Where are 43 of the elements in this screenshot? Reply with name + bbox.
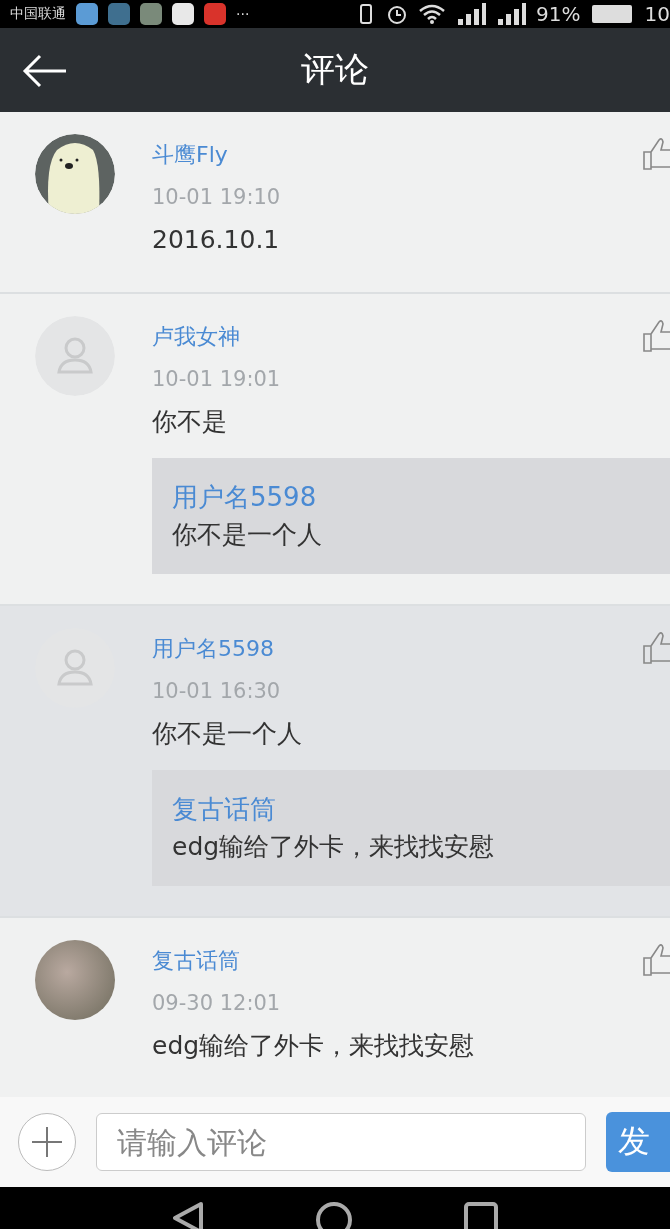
reply-text: 你不是一个人 [172,519,322,551]
comment-text: 2016.10.1 [152,224,280,256]
comment-item[interactable]: 斗鹰Fly 10-01 19:10 2016.10.1 [0,112,670,294]
app-notification-icon [172,3,194,25]
wifi-icon [418,3,447,25]
thumbs-up-icon[interactable] [643,630,670,664]
comment-text: 你不是一个人 [152,718,302,750]
battery-percentage: 91% [536,2,581,26]
plus-icon [32,1127,62,1157]
comment-text: 你不是 [152,406,227,438]
app-notification-icon [108,3,130,25]
send-button[interactable]: 发 [606,1112,670,1172]
battery-icon [590,3,635,25]
back-triangle-icon[interactable] [171,1201,205,1229]
comment-time: 09-30 12:01 [152,990,281,1017]
alarm-icon [386,3,409,25]
comment-input-field[interactable]: 请输入评论 [96,1113,586,1171]
thumbs-up-icon[interactable] [643,136,670,170]
comment-time: 10-01 16:30 [152,678,281,705]
comment-author[interactable]: 卢我女神 [152,316,240,358]
more-notifications: ··· [236,6,250,22]
app-notification-icon [76,3,98,25]
carrier-name: 中国联通 [10,5,66,23]
comment-time: 10-01 19:01 [152,366,281,393]
page-title: 评论 [301,48,369,91]
clock-time: 10 [644,2,670,26]
signal-icon [456,3,487,25]
thumbs-up-icon[interactable] [643,318,670,352]
comment-author[interactable]: 用户名5598 [152,628,274,670]
thumbs-up-icon[interactable] [643,942,670,976]
signal-icon [496,3,527,25]
reply-text: edg输给了外卡，来找找安慰 [172,831,495,863]
back-arrow-icon[interactable] [22,54,68,88]
reply-author[interactable]: 用户名5598 [172,478,317,516]
comment-text: edg输给了外卡，来找找安慰 [152,1030,475,1062]
comment-item[interactable]: 卢我女神 10-01 19:01 你不是 用户名5598 你不是一个人 [0,294,670,606]
reply-author[interactable]: 复古话筒 [172,790,276,828]
app-notification-icon [140,3,162,25]
comment-time: 10-01 19:10 [152,184,281,211]
app-notification-icon [204,3,226,25]
comment-item[interactable]: 用户名5598 10-01 16:30 你不是一个人 复古话筒 edg输给了外卡，来找找安慰 [0,606,670,918]
comment-author[interactable]: 复古话筒 [152,940,240,982]
comment-author[interactable]: 斗鹰Fly [152,134,228,176]
